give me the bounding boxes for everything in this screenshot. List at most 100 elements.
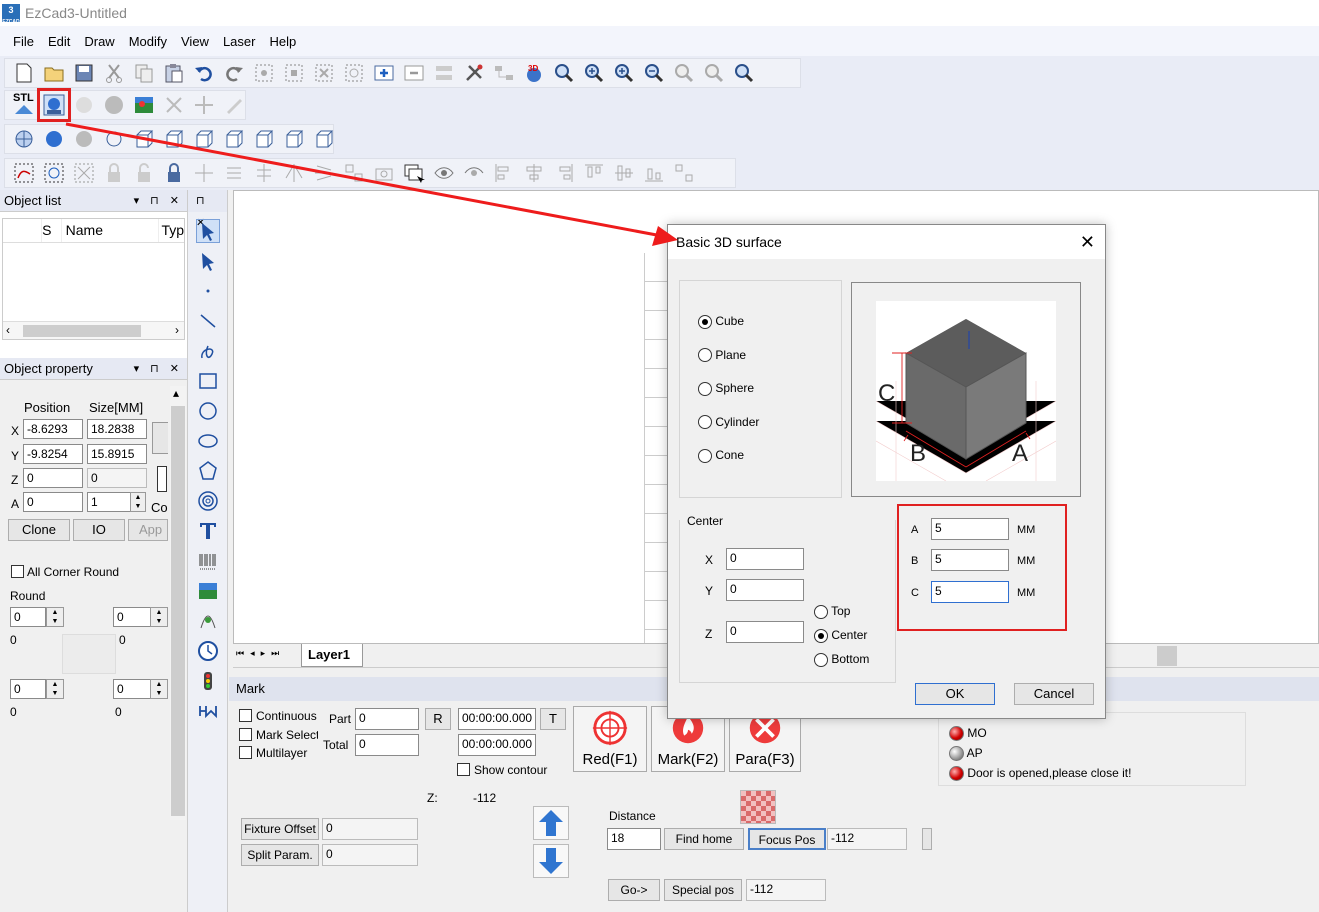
distance-input[interactable]: 18	[607, 828, 661, 850]
snap-grid-icon[interactable]	[193, 162, 215, 184]
total-input[interactable]: 0	[355, 734, 419, 756]
add-icon[interactable]	[373, 62, 395, 84]
column-s[interactable]: S	[42, 219, 62, 242]
shape-cube-option[interactable]: Cube	[698, 305, 759, 339]
snap-guide-icon[interactable]	[223, 162, 245, 184]
menu-laser[interactable]: Laser	[216, 34, 263, 49]
menu-view[interactable]: View	[174, 34, 216, 49]
align-left-icon[interactable]	[493, 162, 515, 184]
cube-bottom-icon[interactable]	[313, 128, 335, 150]
explode-icon[interactable]	[73, 162, 95, 184]
menu-edit[interactable]: Edit	[41, 34, 77, 49]
scroll-right-button[interactable]	[922, 828, 932, 850]
round-top-right-stepper[interactable]: 0	[113, 607, 151, 627]
center-y-input[interactable]: 0	[726, 579, 804, 601]
line-icon[interactable]	[197, 310, 219, 332]
polygon-icon[interactable]	[197, 460, 219, 482]
select-grid-icon[interactable]	[253, 62, 275, 84]
cross-tool-icon[interactable]	[163, 94, 185, 116]
focus-pos-button[interactable]: Focus Pos	[748, 828, 826, 850]
zoom-out-icon[interactable]	[643, 62, 665, 84]
circle-outline-icon[interactable]	[103, 128, 125, 150]
zoom-fit-icon[interactable]	[703, 62, 725, 84]
apply-button[interactable]: App	[128, 519, 168, 541]
ok-button[interactable]: OK	[915, 683, 995, 705]
copy-icon[interactable]	[133, 62, 155, 84]
dim-a-input[interactable]: 5	[931, 518, 1009, 540]
network-icon[interactable]	[493, 62, 515, 84]
pen-icon[interactable]	[223, 94, 245, 116]
align-center-option[interactable]: Center	[814, 623, 869, 647]
mirror-icon[interactable]	[283, 162, 305, 184]
stl-icon[interactable]: STL	[13, 93, 35, 116]
split-param-button[interactable]: Split Param.	[241, 844, 319, 866]
cube-back-icon[interactable]	[253, 128, 275, 150]
timer-icon[interactable]	[197, 640, 219, 662]
find-home-button[interactable]: Find home	[664, 828, 744, 850]
angle-stepper[interactable]: 1	[87, 492, 131, 512]
scroll-left-icon[interactable]: ‹	[6, 323, 10, 337]
align-middle-icon[interactable]	[613, 162, 635, 184]
cancel-button[interactable]: Cancel	[1014, 683, 1094, 705]
cube-top-icon[interactable]	[163, 128, 185, 150]
distribute-icon[interactable]	[673, 162, 695, 184]
text-3d-icon[interactable]	[103, 94, 125, 116]
point-icon[interactable]	[197, 280, 219, 302]
lock-all-icon[interactable]	[163, 162, 185, 184]
clone-button[interactable]: Clone	[8, 519, 70, 541]
align-bottom-option[interactable]: Bottom	[814, 647, 869, 671]
radio-icon[interactable]	[698, 381, 712, 396]
array-icon[interactable]	[343, 162, 365, 184]
layer-tab[interactable]: Layer1	[301, 644, 363, 667]
shape-cone-option[interactable]: Cone	[698, 439, 759, 473]
align-top-option[interactable]: Top	[814, 599, 869, 623]
cube-iso-icon[interactable]	[283, 128, 305, 150]
move-down-button[interactable]	[533, 844, 569, 878]
fixture-offset-input[interactable]: 0	[322, 818, 418, 840]
zoom-in-icon[interactable]	[583, 62, 605, 84]
extrude-icon[interactable]	[73, 94, 95, 116]
node-edit-icon[interactable]	[197, 250, 219, 272]
column-type[interactable]: Typ	[159, 219, 184, 242]
undo-icon[interactable]	[193, 62, 215, 84]
continuous-checkbox[interactable]	[239, 709, 252, 722]
split-param-input[interactable]: 0	[322, 844, 418, 866]
radio-icon[interactable]	[698, 448, 712, 463]
round-bottom-left-stepper[interactable]: 0	[10, 679, 46, 699]
panel-pin-close-icon[interactable]: ▾ ⊓ ✕	[134, 362, 183, 375]
ungroup-icon[interactable]	[43, 162, 65, 184]
select-region-icon[interactable]	[343, 62, 365, 84]
property-vscroll[interactable]: ▴	[170, 386, 186, 820]
mark-select-checkbox[interactable]	[239, 728, 252, 741]
spin-icon[interactable]: ▲ ▼	[150, 607, 168, 627]
menu-modify[interactable]: Modify	[122, 34, 174, 49]
barcode-icon[interactable]	[197, 550, 219, 572]
zoom-all-icon[interactable]	[733, 62, 755, 84]
menu-file[interactable]: File	[6, 34, 41, 49]
special-pos-input[interactable]: -112	[746, 879, 826, 901]
radio-selected-icon[interactable]	[698, 314, 712, 329]
align-top-icon[interactable]	[583, 162, 605, 184]
object-list-table[interactable]: S Name Typ ‹ ›	[2, 218, 185, 340]
zoom-in-alt-icon[interactable]	[613, 62, 635, 84]
special-pos-button[interactable]: Special pos	[664, 879, 742, 901]
focus-pos-input[interactable]: -112	[827, 828, 907, 850]
cube-right-icon[interactable]	[193, 128, 215, 150]
snap-point-icon[interactable]	[253, 162, 275, 184]
text-icon[interactable]	[197, 520, 219, 542]
shape-plane-option[interactable]: Plane	[698, 339, 759, 373]
image-3d-icon[interactable]	[133, 94, 155, 116]
round-top-left-stepper[interactable]: 0	[10, 607, 46, 627]
select-invert-icon[interactable]	[313, 62, 335, 84]
radio-selected-icon[interactable]	[814, 628, 828, 643]
part-input[interactable]: 0	[355, 708, 419, 730]
radio-icon[interactable]	[814, 652, 828, 667]
eye-icon[interactable]	[433, 162, 455, 184]
multilayer-checkbox[interactable]	[239, 746, 252, 759]
move-icon[interactable]	[193, 94, 215, 116]
shape-cylinder-option[interactable]: Cylinder	[698, 406, 759, 440]
3d-view-icon[interactable]: 3D	[523, 62, 545, 84]
column-name[interactable]: Name	[62, 219, 160, 242]
center-z-input[interactable]: 0	[726, 621, 804, 643]
size-z-input[interactable]: 0	[87, 468, 147, 488]
